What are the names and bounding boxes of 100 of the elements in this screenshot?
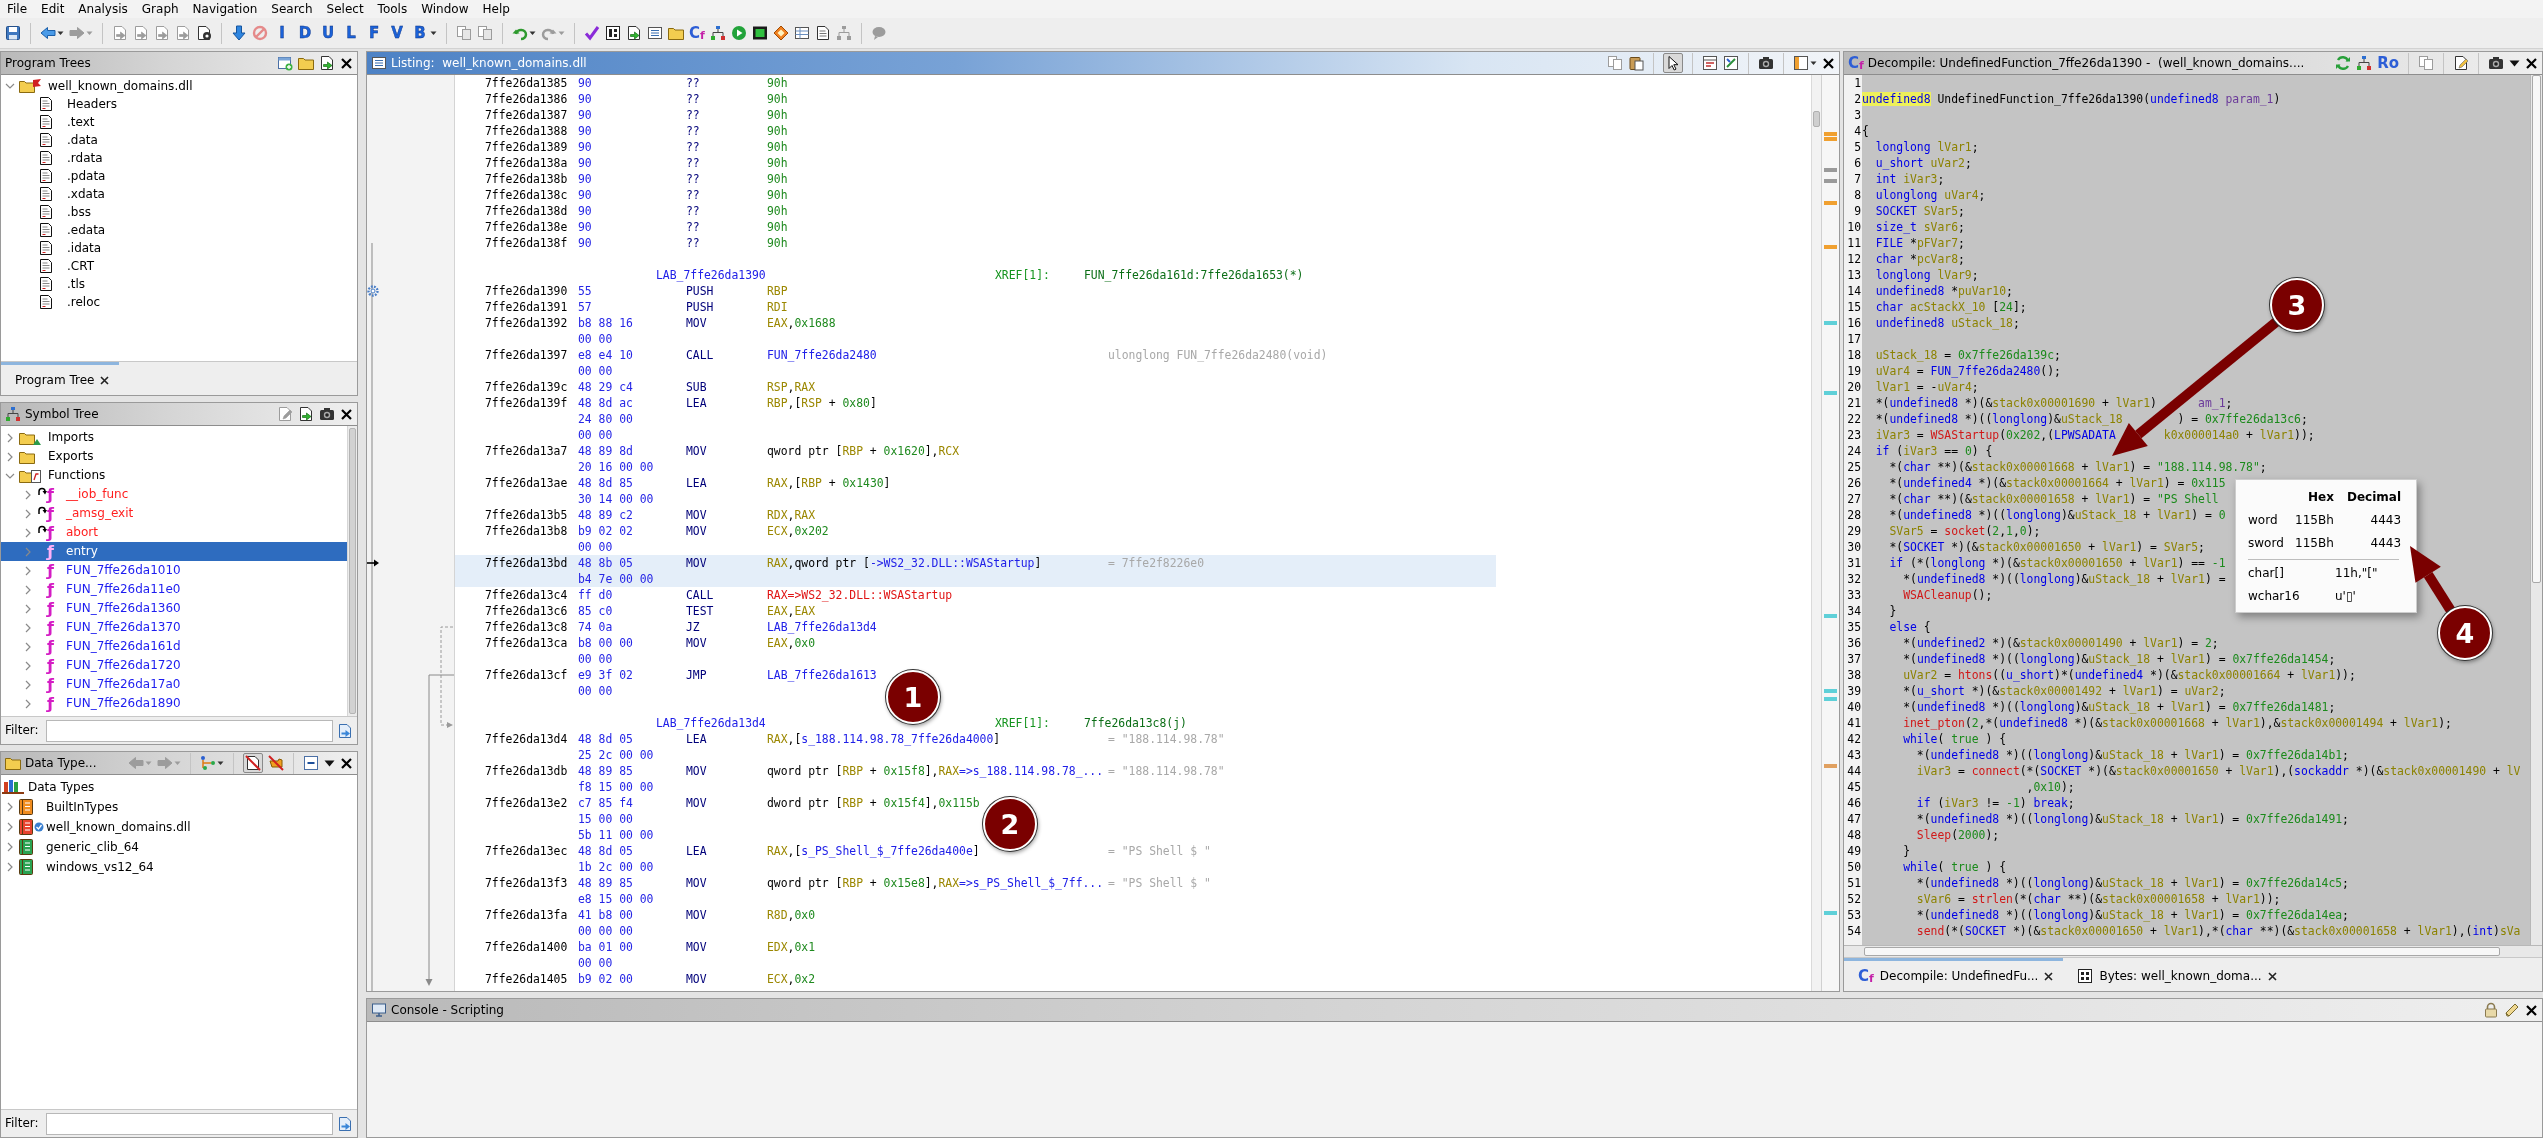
listing-row[interactable]: 7ffe26da13a7 48 89 8d 20 16 00 00 MOV qword ptr [RBP + 0x1620],RCX [455,443,960,475]
tree-item[interactable]: .bss [67,204,91,220]
menu-item[interactable]: Tools [370,0,415,18]
chevron-right-icon[interactable] [6,862,14,872]
close-icon[interactable] [2267,971,2277,981]
tool-letter[interactable]: V [388,24,406,42]
camera-icon[interactable] [1758,55,1774,71]
table-icon[interactable] [793,25,810,41]
listing-row[interactable]: 7ffe26da13d4 48 8d 05 25 2c 00 00 LEA RAX,[s_188.114.98.78_7ffe26da4000] = "188.114.98.78" [455,731,1225,763]
tree-row[interactable]: ƒ FUN_7ffe26da1890 [1,694,347,713]
tree-row[interactable]: Functions [1,466,347,485]
listing-row[interactable]: LAB_7ffe26da1390 XREF[1]: FUN_7ffe26da161d:7ffe26da1653(*) [455,267,1304,283]
listing-row[interactable]: 7ffe26da1397 e8 e4 10 00 00 CALL FUN_7ffe26da2480 ulonglong FUN_7ffe26da2480(void) [455,347,1328,379]
window-icon[interactable] [1793,55,1809,71]
tree-item[interactable]: .CRT [67,258,94,274]
folder-icon[interactable] [668,25,684,41]
tree-row[interactable]: ƒ entry [1,542,347,561]
tree-item[interactable]: .edata [67,222,106,238]
tab[interactable]: Bytes: well_known_doma... [2063,958,2287,991]
menu-item[interactable]: Edit [34,0,72,18]
tool-glyph[interactable]: Ro [2377,54,2399,72]
tree-item[interactable]: generic_clib_64 [46,839,139,855]
listing-row[interactable]: 7ffe26da1391 57 PUSH RDI [455,299,788,315]
chevron-right-icon[interactable] [24,622,32,633]
scrollbar-thumb[interactable] [1813,111,1820,127]
listing-row[interactable]: 7ffe26da1400 ba 01 00 00 00 MOV EDX,0x1 [455,939,815,971]
menu-item[interactable]: Search [264,0,320,18]
chevron-right-icon[interactable] [24,489,32,500]
listing-row[interactable]: 7ffe26da1389 90 ?? 90h [455,139,788,155]
listing-row[interactable]: 7ffe26da13fa 41 b8 00 00 00 00 MOV R8D,0x0 [455,907,815,939]
listing-row[interactable]: 7ffe26da13c8 74 0a JZ LAB_7ffe26da13d4 [455,619,877,635]
chevron-right-icon[interactable] [6,802,14,812]
listing-row[interactable]: 7ffe26da138e 90 ?? 90h [455,219,788,235]
menu-item[interactable]: Navigation [185,0,265,18]
chevron-right-icon[interactable] [24,679,32,690]
chevron-down-icon[interactable] [5,82,15,90]
back-arrow-icon[interactable] [40,25,56,41]
chevron-right-icon[interactable] [24,527,32,538]
tree-row[interactable]: ƒ __iob_func [1,485,347,504]
diamond-icon[interactable] [772,25,789,41]
close-icon[interactable] [100,375,110,385]
listing-row[interactable]: 7ffe26da1386 90 ?? 90h [455,91,788,107]
tool-glyph[interactable]: C$_{f}$ [689,24,705,42]
listing-row[interactable]: 7ffe26da138a 90 ?? 90h [455,155,788,171]
menu-item[interactable]: Select [319,0,371,18]
page-icon[interactable] [814,25,831,41]
page-arrow-icon[interactable] [298,406,314,422]
scrollbar-thumb[interactable] [1864,947,2500,956]
listing-row[interactable]: 7ffe26da13b8 b9 02 02 00 00 MOV ECX,0x202 [455,523,829,555]
close-icon[interactable] [340,756,353,770]
menu-item[interactable]: Help [475,0,517,18]
listing-row[interactable]: 7ffe26da13c4 ff d0 CALL RAX=>WS2_32.DLL::WSAStartup [455,587,953,603]
tool-letter[interactable]: I [273,24,291,42]
listing-row[interactable]: 7ffe26da1385 90 ?? 90h [455,75,788,91]
listing-row[interactable]: 7ffe26da13ca b8 00 00 00 00 MOV EAX,0x0 [455,635,815,667]
listing-row[interactable]: 7ffe26da13e2 c7 85 f4 15 00 00 5b 11 00 00 MOV dword ptr [RBP + 0x15f4],0x115b [455,795,980,843]
close-icon[interactable] [2525,1003,2538,1017]
listing-row[interactable]: 7ffe26da13b5 48 89 c2 MOV RDX,RAX [455,507,815,523]
tree-item[interactable]: BuiltInTypes [46,799,119,815]
close-icon[interactable] [340,56,353,70]
tree-row[interactable]: ƒ FUN_7ffe26da11e0 [1,580,347,599]
tree-row[interactable]: ƒ FUN_7ffe26da1010 [1,561,347,580]
listing-row[interactable]: 7ffe26da13ae 48 8d 85 30 14 00 00 LEA RAX,[RBP + 0x1430] [455,475,891,507]
tree-row[interactable]: ƒ FUN_7ffe26da17a0 [1,675,347,694]
listing-row[interactable]: 7ffe26da1405 b9 02 00 MOV ECX,0x2 [455,971,815,987]
page-arrow-icon[interactable] [626,25,642,41]
rows-icon[interactable] [1702,55,1718,71]
listing-row[interactable]: 7ffe26da138f 90 ?? 90h [455,235,788,251]
split-arrows-icon[interactable] [1723,55,1739,71]
listing-row[interactable]: 7ffe26da138c 90 ?? 90h [455,187,788,203]
camera-icon[interactable] [319,406,335,422]
chevron-down-icon[interactable] [5,471,15,480]
menu-item[interactable]: File [0,0,35,18]
tree-row[interactable]: ƒ FUN_7ffe26da1720 [1,656,347,675]
tree-item[interactable]: Data Types [28,779,95,795]
tree-item[interactable]: Headers [67,96,117,112]
tree-row[interactable]: Exports [1,447,347,466]
tree-row[interactable]: ƒ abort [1,523,347,542]
listing-row[interactable]: 7ffe26da1388 90 ?? 90h [455,123,788,139]
chevron-right-icon[interactable] [24,565,32,576]
tree-item[interactable]: .data [67,132,98,148]
camera-icon[interactable] [2488,55,2504,71]
listing-row[interactable]: 7ffe26da13c6 85 c0 TEST EAX,EAX [455,603,815,619]
check-icon[interactable] [584,25,600,41]
tree-item[interactable]: .tls [67,276,86,292]
tree-item[interactable]: .text [67,114,95,130]
chevron-right-icon[interactable] [24,660,32,671]
clipboard-icon[interactable] [1628,55,1644,71]
floppy-icon[interactable] [5,25,21,41]
tool-letter[interactable]: L [342,24,360,42]
filter-field[interactable] [45,1112,333,1135]
filter-field[interactable] [45,719,333,742]
tree-item[interactable]: .pdata [67,168,106,184]
tool-letter[interactable]: D [296,24,314,42]
menu-item[interactable]: Window [414,0,476,18]
listing-row[interactable]: 7ffe26da139f 48 8d ac 24 80 00 00 00 LEA RBP,[RSP + 0x80] [455,395,877,443]
page-pencil-icon[interactable] [2453,55,2469,71]
close-icon[interactable] [2044,971,2054,981]
terminal-icon[interactable] [751,25,768,41]
framed-square-icon[interactable] [605,25,621,41]
